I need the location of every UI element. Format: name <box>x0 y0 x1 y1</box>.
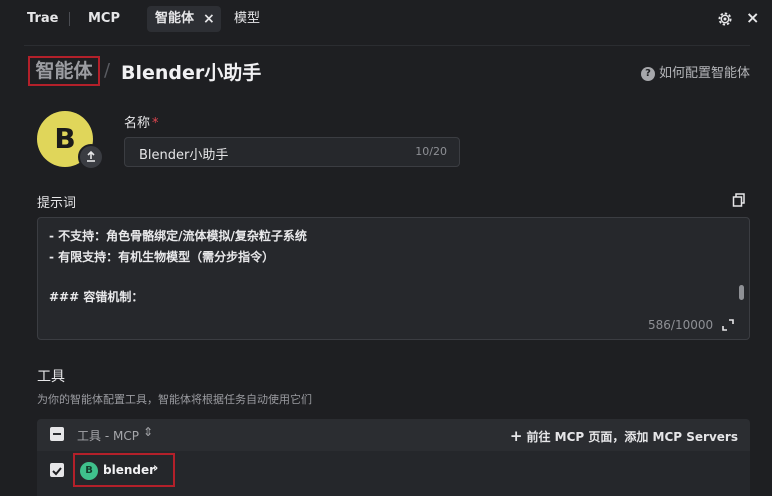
tab-bar: Trae MCP 智能体 × 模型 × <box>0 0 772 38</box>
help-label: 如何配置智能体 <box>659 66 751 81</box>
close-icon[interactable]: × <box>746 8 759 27</box>
tab-trae[interactable]: Trae <box>27 0 58 38</box>
copy-icon[interactable] <box>732 193 746 207</box>
breadcrumb-separator: / <box>104 60 111 81</box>
tab-separator <box>69 12 70 26</box>
required-mark: * <box>152 116 159 131</box>
tab-agent[interactable]: 智能体 × <box>147 6 221 32</box>
tools-header-label: 工具 - MCP <box>77 429 139 443</box>
tool-avatar: B <box>80 462 98 480</box>
prompt-textarea[interactable]: - 不支持：角色骨骼绑定/流体模拟/复杂粒子系统 - 有限支持：有机生物模型（需… <box>37 217 750 340</box>
upload-avatar-button[interactable] <box>78 144 104 170</box>
checkmark-icon <box>52 467 62 476</box>
name-label: 名称 * <box>124 112 159 131</box>
plus-icon: + <box>509 427 523 445</box>
expand-icon[interactable] <box>722 319 734 331</box>
sort-icon[interactable]: ⇕ <box>143 425 153 439</box>
scrollbar-thumb[interactable] <box>739 285 744 300</box>
tool-name: blender <box>103 463 156 477</box>
upload-icon <box>87 150 95 162</box>
tools-title: 工具 <box>37 369 65 385</box>
add-mcp-button[interactable]: + 前往 MCP 页面，添加 MCP Servers <box>510 427 738 445</box>
gear-icon[interactable] <box>716 10 734 28</box>
question-icon: ? <box>641 67 655 81</box>
prompt-label: 提示词 <box>37 196 77 211</box>
name-label-text: 名称 <box>124 116 151 131</box>
prompt-line: - 有限支持：有机生物模型（需分步指令） <box>49 250 275 264</box>
prompt-line: - 不支持：角色骨骼绑定/流体模拟/复杂粒子系统 <box>49 229 307 243</box>
tool-checkbox[interactable] <box>50 463 64 477</box>
help-link[interactable]: ? 如何配置智能体 <box>641 62 750 81</box>
breadcrumb-root[interactable]: 智能体 <box>28 56 100 86</box>
tool-item-blender[interactable]: B blender › <box>73 453 175 487</box>
name-input-value: Blender小助手 <box>139 148 229 163</box>
prompt-line: ### 容错机制： <box>49 290 144 304</box>
select-all-checkbox[interactable] <box>50 427 64 441</box>
prompt-char-counter: 586/10000 <box>648 318 714 332</box>
tools-description: 为你的智能体配置工具，智能体将根据任务自动使用它们 <box>37 393 312 406</box>
tab-agent-label: 智能体 <box>155 11 195 26</box>
chevron-right-icon: › <box>153 461 159 476</box>
tab-close-icon[interactable]: × <box>203 6 215 32</box>
tab-model[interactable]: 模型 <box>234 0 260 38</box>
tab-mcp[interactable]: MCP <box>88 0 120 38</box>
name-input[interactable]: Blender小助手 10/20 <box>124 137 460 167</box>
page-title: Blender小助手 <box>121 62 262 84</box>
table-row: B blender › <box>37 451 750 496</box>
header-divider <box>24 45 750 46</box>
add-mcp-label: 前往 MCP 页面，添加 MCP Servers <box>526 430 738 444</box>
name-char-counter: 10/20 <box>415 145 447 158</box>
tools-table-header: 工具 - MCP ⇕ + 前往 MCP 页面，添加 MCP Servers <box>37 419 750 451</box>
